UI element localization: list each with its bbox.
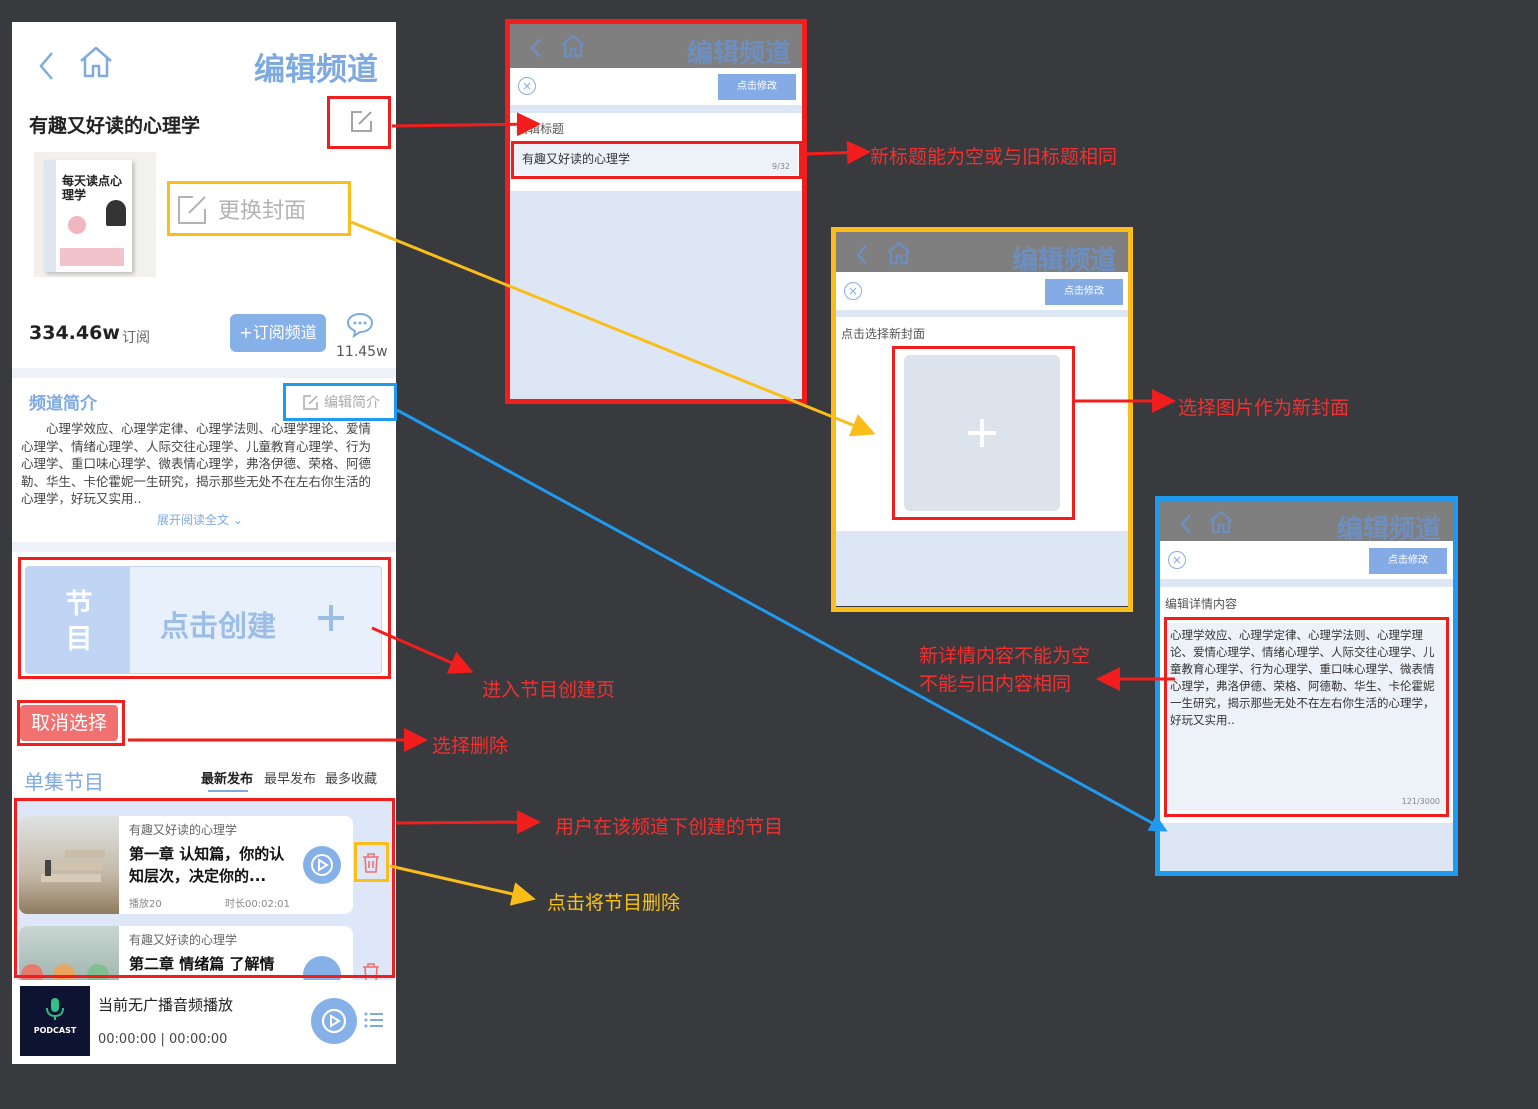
arrow-delete-episode	[389, 864, 536, 906]
annotation-delete-episode: 点击将节目删除	[547, 892, 681, 914]
arrow-create	[371, 626, 474, 674]
annotation-arrows	[128, 112, 1176, 906]
annotation-select-delete: 选择删除	[432, 735, 509, 757]
annotation-cover-rule: 选择图片作为新封面	[1178, 397, 1350, 419]
annotation-detail-rule-1: 新详情内容不能为空	[919, 645, 1091, 667]
arrow-change-cover	[350, 220, 876, 437]
annotation-create-rule: 进入节目创建页	[482, 679, 616, 701]
annotation-detail-rule-2: 不能与旧内容相同	[919, 673, 1072, 695]
arrow-user-episodes	[395, 810, 541, 835]
annotation-user-episodes: 用户在该频道下创建的节目	[555, 816, 784, 838]
arrow-title-rule	[803, 140, 871, 165]
annotation-title-rule: 新标题能为空或与旧标题相同	[870, 146, 1118, 168]
arrow-edit-intro	[396, 408, 1168, 832]
arrow-edit-title	[391, 112, 541, 137]
